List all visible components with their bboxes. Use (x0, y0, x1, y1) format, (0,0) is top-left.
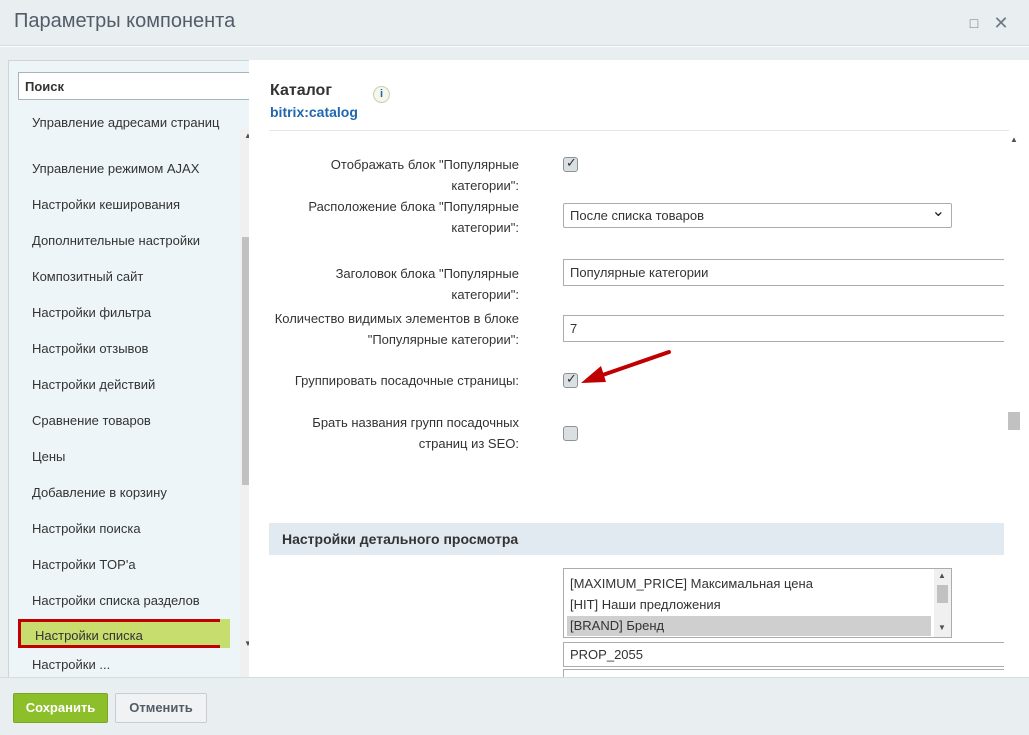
listbox-scrollbar[interactable]: ▲ ▼ (934, 569, 951, 637)
dialog-titlebar: Параметры компонента □ ✕ (0, 0, 1029, 46)
show-popular-checkbox[interactable] (563, 155, 578, 172)
sidebar-item-urls[interactable]: Управление адресами страниц (32, 115, 222, 131)
component-code: bitrix:catalog (270, 104, 358, 120)
sidebar-item-prices[interactable]: Цены (32, 449, 222, 465)
maximize-icon[interactable]: □ (965, 14, 983, 32)
sidebar-scrollbar[interactable]: ▲ ▼ (240, 129, 249, 709)
component-title: Каталог (270, 82, 332, 99)
show-popular-label: Отображать блок "Популярные категории": (330, 157, 519, 193)
list-option[interactable]: [MAXIMUM_PRICE] Максимальная цена (567, 574, 931, 594)
sidebar-item-compare[interactable]: Сравнение товаров (32, 413, 222, 429)
count-label: Количество видимых элементов в блоке "По… (274, 311, 519, 347)
sidebar-item-additional[interactable]: Дополнительные настройки (32, 233, 222, 249)
scroll-down-icon[interactable]: ▼ (934, 623, 950, 632)
group-label: Группировать посадочные страницы: (294, 373, 519, 388)
prop-input[interactable]: PROP_2055 (563, 642, 1004, 667)
group-checkbox[interactable] (563, 371, 578, 388)
info-icon[interactable]: i (373, 86, 390, 103)
seo-checkbox[interactable] (563, 426, 578, 441)
scroll-down-icon[interactable]: ▼ (240, 639, 249, 648)
sidebar-item-filter[interactable]: Настройки фильтра (32, 305, 222, 321)
sidebar-scroll-thumb[interactable] (242, 237, 249, 485)
seo-label: Брать названия групп посадочных страниц … (312, 415, 519, 451)
dialog-body: Управление адресами страниц Управление р… (0, 47, 1029, 710)
cancel-button[interactable]: Отменить (115, 693, 207, 723)
sidebar-item-basket[interactable]: Добавление в корзину (32, 485, 222, 501)
listbox-scroll-thumb[interactable] (937, 585, 948, 603)
sidebar-item-reviews[interactable]: Настройки отзывов (32, 341, 222, 357)
close-icon[interactable]: ✕ (992, 14, 1010, 32)
header-input[interactable]: Популярные категории (563, 259, 1004, 286)
main-scrollbar[interactable]: ▲ ▼ (1006, 132, 1022, 692)
sidebar-item-actions[interactable]: Настройки действий (32, 377, 222, 393)
search-input[interactable] (18, 72, 249, 100)
save-button[interactable]: Сохранить (13, 693, 108, 723)
sidebar-item-ajax[interactable]: Управление режимом AJAX (32, 161, 222, 177)
sidebar-item-cache[interactable]: Настройки кеширования (32, 197, 222, 213)
sidebar-item-list-settings[interactable]: Настройки списка (18, 619, 220, 648)
sidebar-item-search[interactable]: Настройки поиска (32, 521, 222, 537)
sidebar-item-top[interactable]: Настройки TOP'a (32, 557, 222, 573)
position-select[interactable]: После списка товаров (563, 200, 952, 228)
dialog-footer: Сохранить Отменить (0, 677, 1029, 735)
scroll-up-icon[interactable]: ▲ (1006, 135, 1022, 144)
sidebar: Управление адресами страниц Управление р… (8, 60, 249, 710)
scroll-up-icon[interactable]: ▲ (240, 131, 249, 140)
detail-section-header[interactable]: Настройки детального просмотра (269, 523, 1004, 555)
sidebar-item-more[interactable]: Настройки ... (32, 657, 222, 673)
main-scroll-thumb[interactable] (1008, 412, 1020, 430)
component-params-dialog: Параметры компонента □ ✕ Управление адре… (0, 0, 1029, 735)
list-option-selected[interactable]: [BRAND] Бренд (567, 616, 931, 636)
header-label: Заголовок блока "Популярные категории": (335, 266, 519, 302)
main-panel: Каталог i bitrix:catalog Отображать блок… (249, 60, 1029, 710)
params-form: Отображать блок "Популярные категории": … (269, 149, 1004, 698)
count-input[interactable]: 7 (563, 315, 1004, 342)
properties-listbox[interactable]: [MAXIMUM_PRICE] Максимальная цена [HIT] … (563, 568, 952, 638)
scroll-up-icon[interactable]: ▲ (934, 571, 950, 580)
sidebar-item-section-list[interactable]: Настройки списка разделов (32, 593, 222, 609)
header-divider (269, 130, 1009, 131)
list-option[interactable]: [HIT] Наши предложения (567, 595, 931, 615)
sidebar-item-composite[interactable]: Композитный сайт (32, 269, 222, 285)
position-label: Расположение блока "Популярные категории… (308, 199, 519, 235)
dialog-title: Параметры компонента (14, 10, 236, 32)
